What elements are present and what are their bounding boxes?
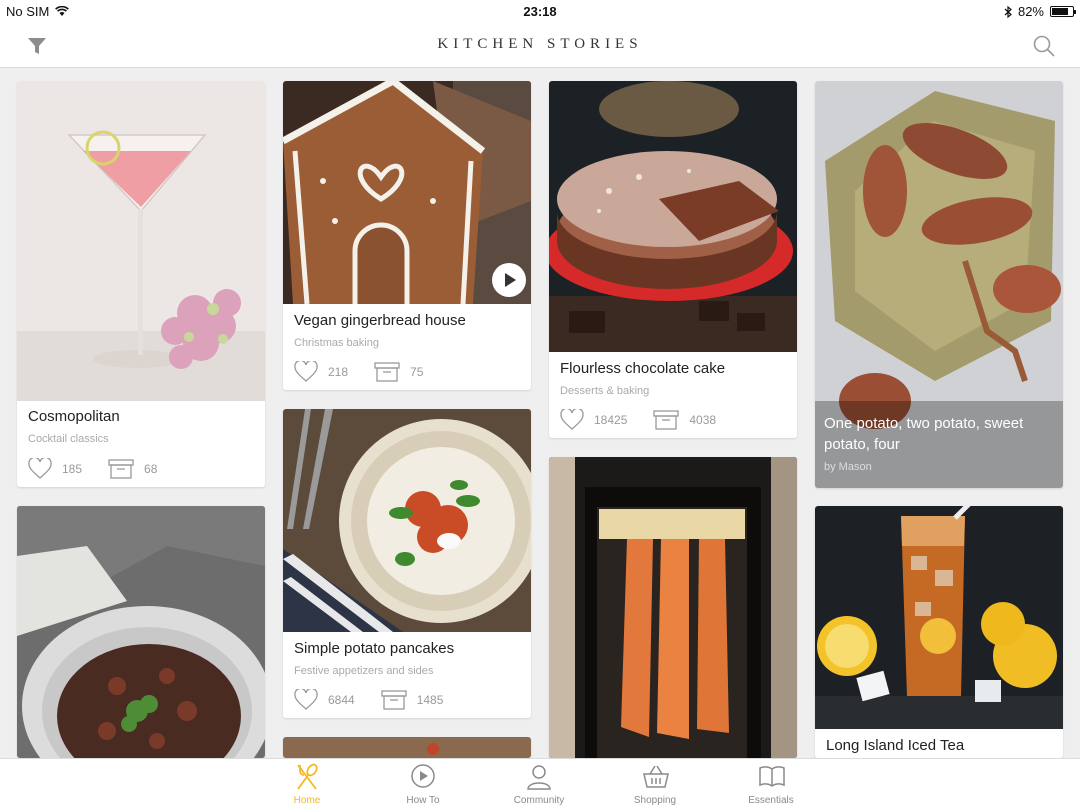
play-circle-icon — [411, 764, 435, 788]
battery-percent: 82% — [1017, 4, 1044, 19]
heart-icon[interactable] — [294, 689, 318, 711]
recipe-card-smoked-salmon[interactable] — [549, 457, 797, 758]
tab-how-to[interactable]: How To — [378, 759, 468, 810]
tab-label: Home — [293, 795, 321, 806]
battery-icon — [1050, 6, 1076, 17]
recipe-title: Long Island Iced Tea — [826, 737, 965, 754]
bottom-tab-bar: Home How To Community Shopping Essential… — [0, 758, 1080, 810]
recipe-category: Cocktail classics — [28, 433, 109, 445]
video-play-button[interactable] — [492, 263, 526, 297]
person-icon — [527, 765, 551, 790]
tab-shopping[interactable]: Shopping — [610, 759, 700, 810]
bluetooth-icon — [1004, 5, 1012, 18]
heart-icon[interactable] — [560, 409, 584, 431]
recipe-title: Cosmopolitan — [28, 408, 120, 425]
recipe-category: Christmas baking — [294, 337, 379, 349]
saves-count: 68 — [144, 462, 158, 476]
save-box-icon[interactable] — [653, 410, 680, 430]
potato-pancakes-photo — [283, 409, 531, 632]
search-icon[interactable] — [1032, 34, 1056, 58]
recipe-title: One potato, two potato, sweet potato, fo… — [824, 415, 1024, 453]
recipe-title: Simple potato pancakes — [294, 640, 455, 657]
heart-icon[interactable] — [294, 361, 318, 383]
battery-fill — [1052, 8, 1068, 15]
stew-bowl-photo — [17, 506, 265, 758]
recipe-stats: 185 68 — [28, 458, 183, 480]
saves-count: 1485 — [416, 693, 444, 707]
recipe-stats: 6844 1485 — [294, 689, 469, 711]
tab-label: Essentials — [748, 795, 794, 806]
recipe-category: Desserts & baking — [560, 385, 650, 397]
recipe-title: Vegan gingerbread house — [294, 312, 466, 329]
chocolate-cake-photo — [549, 81, 797, 352]
recipe-stats: 218 75 — [294, 361, 449, 383]
book-icon — [759, 766, 785, 787]
basket-icon — [643, 765, 669, 788]
recipe-card-gingerbread-house[interactable]: Vegan gingerbread house Christmas baking… — [283, 81, 531, 390]
likes-count: 185 — [62, 462, 83, 476]
recipe-byline: by Mason — [824, 461, 872, 473]
recipe-stats: 18425 4038 — [560, 409, 742, 431]
recipe-category: Festive appetizers and sides — [294, 665, 434, 677]
save-box-icon[interactable] — [381, 690, 407, 710]
saves-count: 4038 — [689, 413, 717, 427]
heart-icon[interactable] — [28, 458, 52, 480]
tab-label: How To — [406, 795, 440, 806]
tab-label: Community — [513, 795, 565, 806]
fork-spoon-icon — [297, 763, 318, 790]
status-bar: No SIM 23:18 82% — [0, 0, 1080, 22]
recipe-card-stew-bowl[interactable] — [17, 506, 265, 758]
app-title: KITCHEN STORIES — [437, 36, 643, 52]
recipe-card-long-island-iced-tea[interactable]: Long Island Iced Tea — [815, 506, 1063, 758]
partial-recipe-photo — [283, 737, 531, 758]
likes-count: 6844 — [328, 693, 355, 707]
saves-count: 75 — [410, 365, 424, 379]
recipe-card-partial[interactable] — [283, 737, 531, 758]
save-box-icon[interactable] — [108, 459, 134, 479]
likes-count: 18425 — [594, 413, 628, 427]
likes-count: 218 — [328, 365, 349, 379]
recipe-card-potato-pancakes[interactable]: Simple potato pancakes Festive appetizer… — [283, 409, 531, 718]
tab-essentials[interactable]: Essentials — [726, 759, 816, 810]
recipe-card-sweet-potato[interactable]: One potato, two potato, sweet potato, fo… — [815, 81, 1063, 488]
save-box-icon[interactable] — [374, 362, 400, 382]
iced-tea-photo — [815, 506, 1063, 729]
cosmopolitan-photo — [17, 81, 265, 401]
recipe-title: Flourless chocolate cake — [560, 360, 726, 377]
tab-community[interactable]: Community — [494, 759, 584, 810]
tab-home[interactable]: Home — [262, 759, 352, 810]
clock: 23:18 — [523, 4, 557, 19]
recipe-card-chocolate-cake[interactable]: Flourless chocolate cake Desserts & baki… — [549, 81, 797, 438]
tab-label: Shopping — [633, 795, 677, 806]
top-nav-bar: KITCHEN STORIES — [0, 22, 1080, 68]
smoked-salmon-photo — [549, 457, 797, 758]
recipe-card-cosmopolitan[interactable]: Cosmopolitan Cocktail classics 185 68 — [17, 81, 265, 487]
